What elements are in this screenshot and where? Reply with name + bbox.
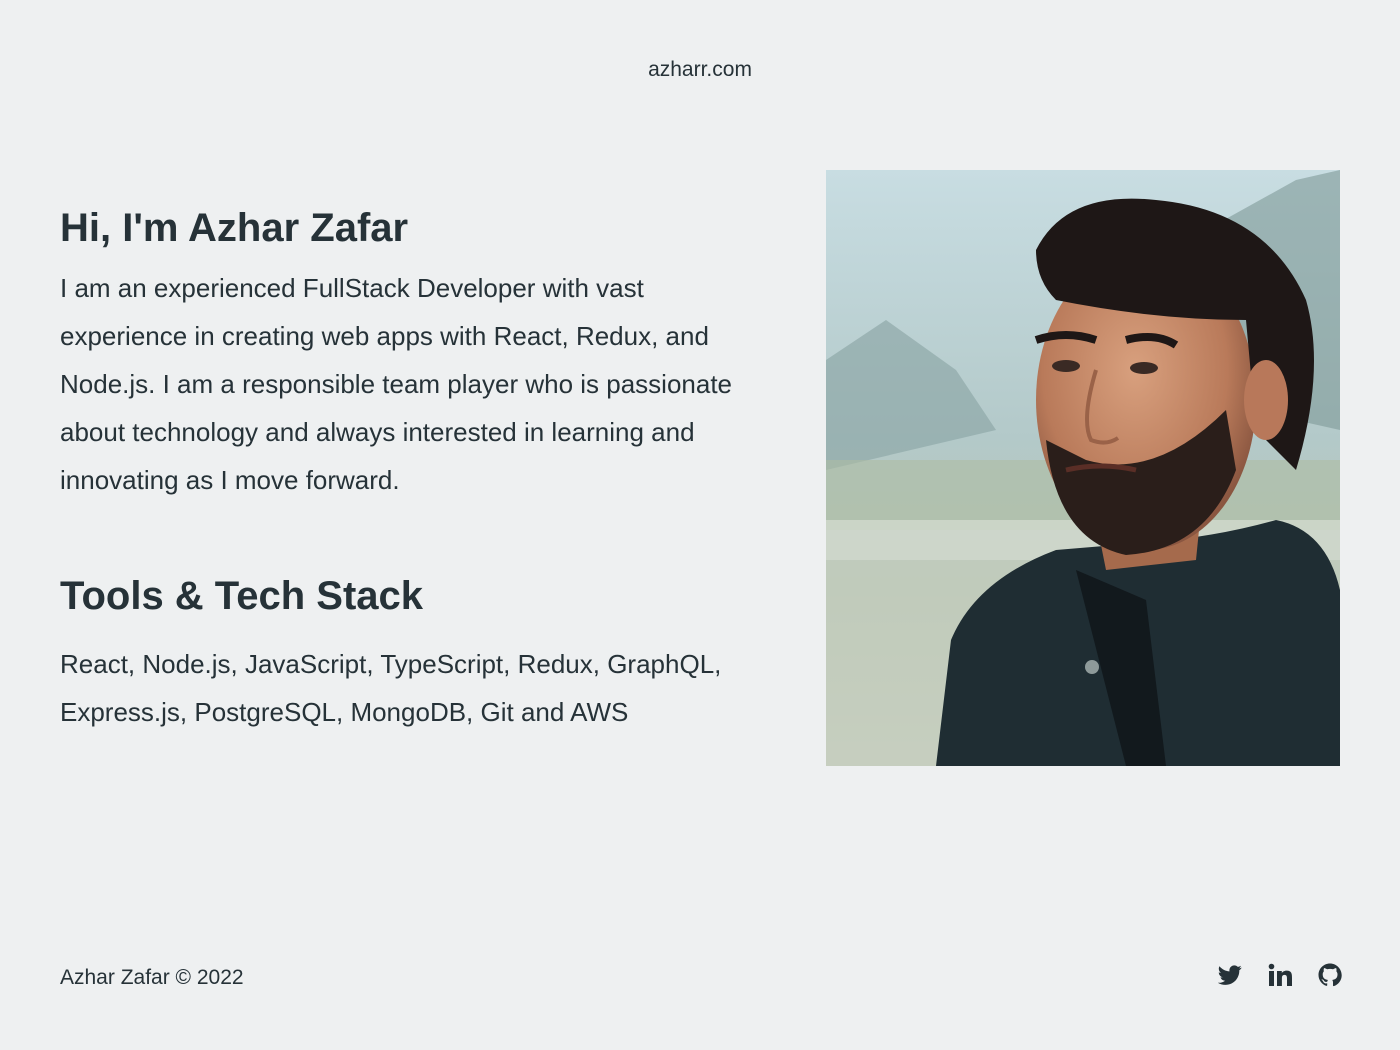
intro-heading: Hi, I'm Azhar Zafar xyxy=(60,206,409,250)
twitter-link[interactable] xyxy=(1218,963,1242,987)
intro-section: Hi, I'm Azhar Zafar I am an experienced … xyxy=(60,200,760,736)
linkedin-icon xyxy=(1268,963,1292,986)
github-link[interactable] xyxy=(1318,963,1342,987)
copyright-text: Azhar Zafar © 2022 xyxy=(60,966,244,989)
twitter-icon xyxy=(1218,965,1242,985)
social-links xyxy=(1218,963,1342,987)
site-name-link[interactable]: azharr.com xyxy=(0,56,1400,84)
github-icon xyxy=(1318,963,1342,987)
profile-photo xyxy=(826,170,1340,766)
bio-text: I am an experienced FullStack Developer … xyxy=(60,273,733,495)
linkedin-link[interactable] xyxy=(1268,963,1292,987)
tech-stack-text: React, Node.js, JavaScript, TypeScript, … xyxy=(60,649,722,727)
tech-stack-heading: Tools & Tech Stack xyxy=(60,574,424,618)
